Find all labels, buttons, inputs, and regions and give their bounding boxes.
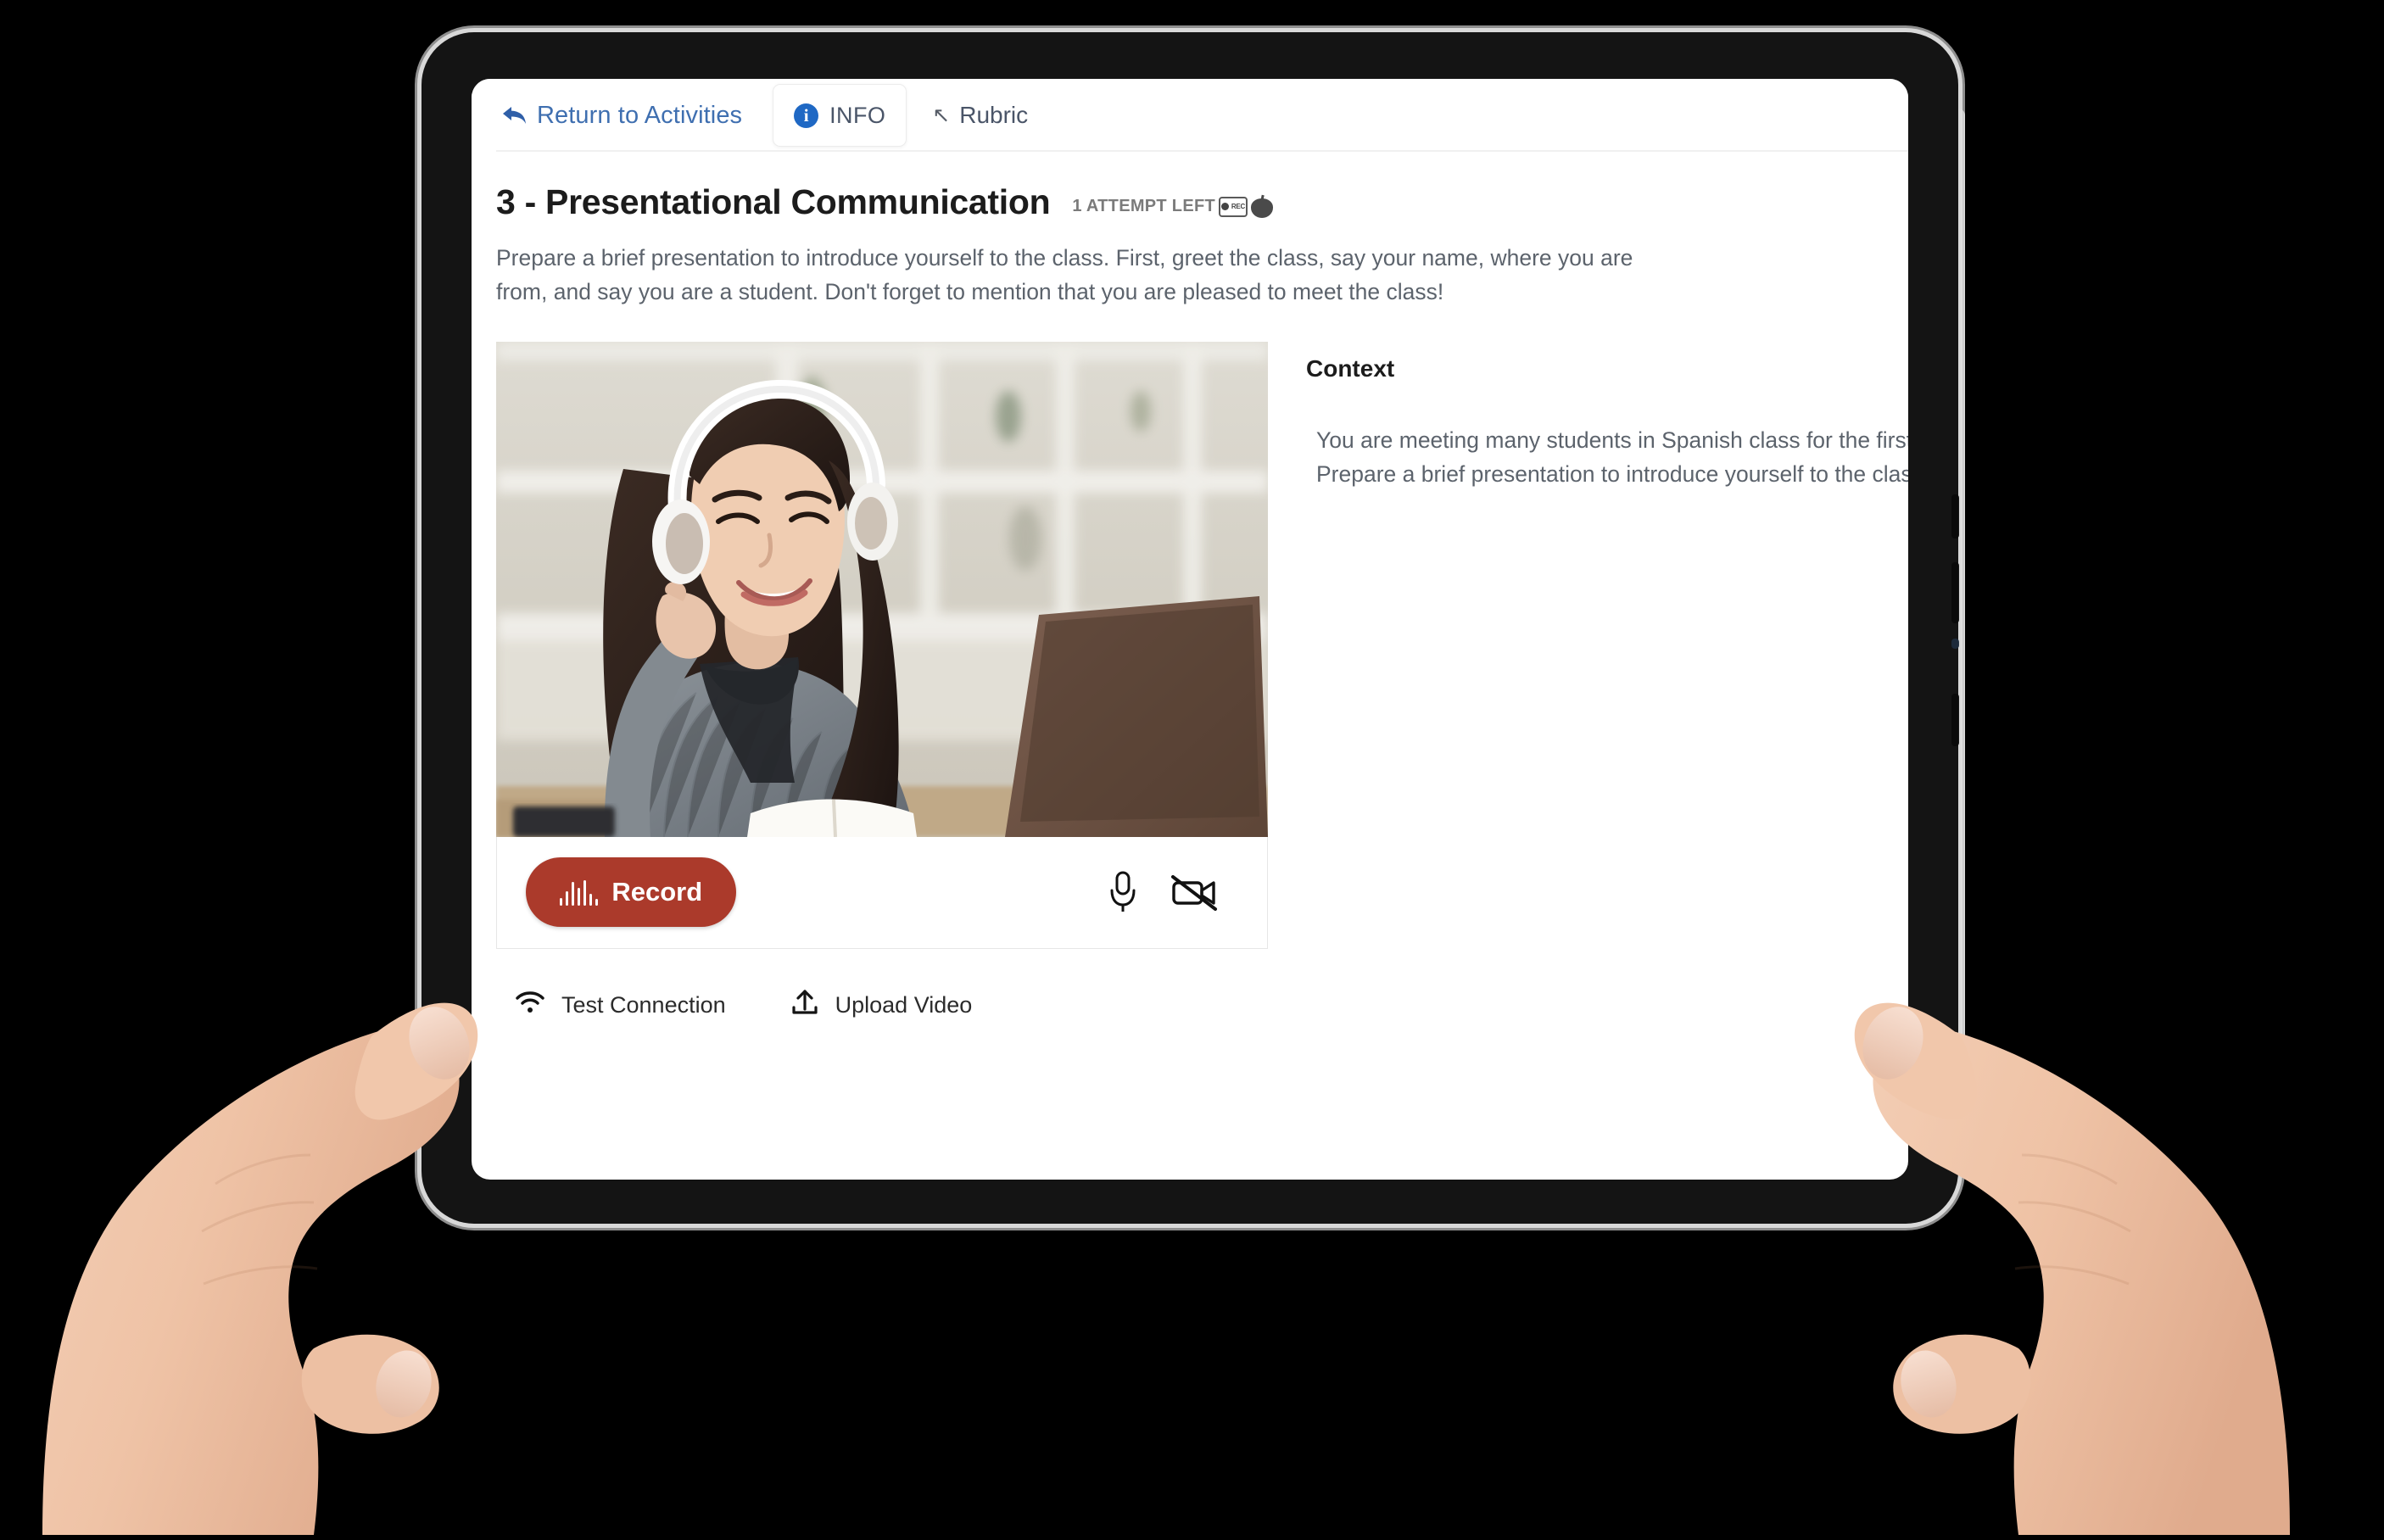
waveform-icon: [559, 879, 599, 907]
tab-info[interactable]: i INFO: [773, 84, 907, 147]
return-to-activities-label: Return to Activities: [537, 101, 743, 129]
tablet-device: Return to Activities i INFO ↖ Rubric 3 -…: [422, 32, 1965, 1224]
wifi-icon: [515, 990, 545, 1020]
video-recording-badge-icon: REC: [1219, 196, 1248, 217]
tab-rubric-label: Rubric: [959, 102, 1029, 128]
info-circle-icon: i: [794, 103, 819, 128]
sim-tray-slot: [1951, 639, 1959, 649]
attempts-left-label: 1 ATTEMPT LEFT: [1072, 197, 1215, 215]
record-button[interactable]: Record: [526, 857, 736, 928]
volume-down-button[interactable]: [1951, 562, 1959, 623]
recorder-controls: Record: [496, 836, 1268, 949]
graded-apple-icon: [1251, 194, 1273, 218]
context-heading: Context: [1306, 354, 1395, 382]
upload-video-label: Upload Video: [835, 991, 973, 1018]
back-arrow-icon: [502, 104, 528, 126]
return-to-activities-link[interactable]: Return to Activities: [490, 79, 754, 152]
page-title: 3 - Presentational Communication: [496, 182, 1051, 221]
tablet-screen: Return to Activities i INFO ↖ Rubric 3 -…: [472, 79, 1908, 1180]
camera-off-icon[interactable]: [1155, 872, 1233, 912]
context-text: You are meeting many students in Spanish…: [1316, 427, 1908, 487]
tab-rubric[interactable]: ↖ Rubric: [920, 79, 1040, 152]
activity-instructions: Prepare a brief presentation to introduc…: [496, 245, 1633, 305]
record-button-label: Record: [611, 877, 703, 907]
activity-heading-row: 3 - Presentational Communication 1 ATTEM…: [496, 182, 1908, 222]
test-connection-link[interactable]: Test Connection: [515, 990, 726, 1020]
recorder-links: Test Connection Upload Video: [496, 988, 1268, 1023]
test-connection-label: Test Connection: [561, 991, 726, 1018]
context-panel: Context You are meeting many students in…: [1268, 342, 1908, 492]
volume-up-button[interactable]: [1951, 494, 1959, 538]
rec-badge-text: REC: [1231, 203, 1246, 210]
video-preview[interactable]: [496, 341, 1268, 837]
tab-info-label: INFO: [829, 102, 886, 128]
attempts-badge-group: 1 ATTEMPT LEFT REC: [1072, 194, 1273, 218]
recorder-panel: Record Test Connection Upload Video: [496, 341, 1268, 1023]
rubric-arrow-icon: ↖: [932, 103, 951, 127]
upload-icon: [790, 988, 819, 1023]
power-button[interactable]: [1951, 694, 1959, 746]
activity-body: 3 - Presentational Communication 1 ATTEM…: [472, 152, 1908, 1023]
microphone-icon[interactable]: [1091, 870, 1155, 914]
upload-video-link[interactable]: Upload Video: [790, 988, 973, 1023]
activity-tabbar: Return to Activities i INFO ↖ Rubric: [472, 79, 1908, 152]
activity-columns: Record Test Connection Upload Video Cont…: [496, 341, 1908, 1023]
